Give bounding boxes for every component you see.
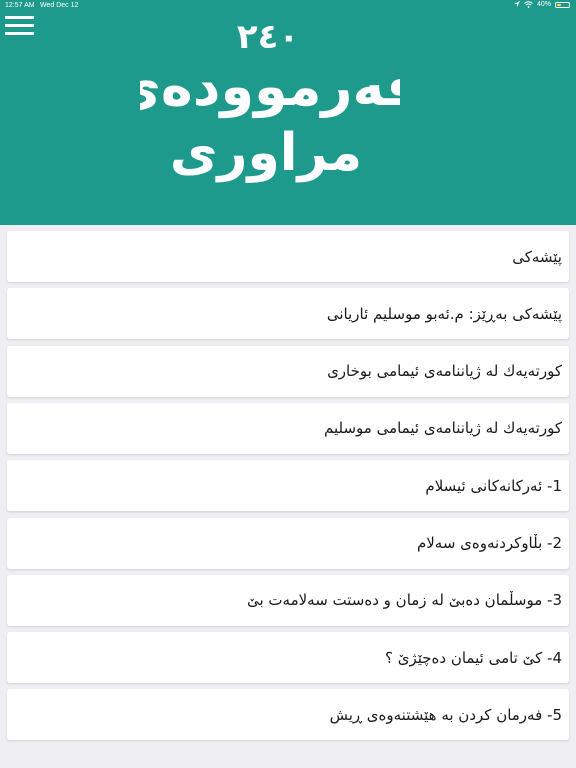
logo-title-line1: فەرموودەی xyxy=(140,55,400,118)
status-time: 12:57 AM xyxy=(5,2,35,9)
logo-number: ٢٤٠ xyxy=(237,17,299,57)
list-item-label: کورتەیەك لە ژیاننامەی ئیمامی بوخاری xyxy=(327,362,562,381)
list-item-label: 1- ئەرکانەکانی ئیسلام xyxy=(425,476,562,495)
list-item-label: 4- کێ تامی ئیمان دەچێژێ ؟ xyxy=(384,648,562,667)
list-item[interactable]: کورتەیەك لە ژیاننامەی ئیمامی موسلیم xyxy=(7,402,569,454)
list-item-label: 2- بڵاوکردنەوەی سەلام xyxy=(416,534,562,552)
battery-level xyxy=(557,3,561,6)
status-date: Wed Dec 12 xyxy=(40,2,79,9)
app-header: 12:57 AM Wed Dec 12 40% ٢٤٠ فەرموودەی مر… xyxy=(0,0,576,225)
list-item[interactable]: پێشەکی xyxy=(7,231,569,282)
list-item[interactable]: 4- کێ تامی ئیمان دەچێژێ ؟ xyxy=(7,632,569,684)
list-item-label: پێشەکی xyxy=(512,247,562,266)
logo-title-line2: مراوری xyxy=(170,123,362,183)
list-item[interactable]: 1- ئەرکانەکانی ئیسلام xyxy=(7,460,569,512)
chapter-list: پێشەکی پێشەکی بەڕێز: م.ئەبو موسلیم ئاریان… xyxy=(0,225,576,768)
wifi-icon xyxy=(524,1,533,8)
list-item-label: کورتەیەك لە ژیاننامەی ئیمامی موسلیم xyxy=(323,419,562,438)
app-logo: ٢٤٠ فەرموودەی مراوری xyxy=(140,17,400,183)
list-item-label: 3- موسڵمان دەبێ لە زمان و دەستت سەلامەت … xyxy=(246,591,562,610)
status-indicators: 40% xyxy=(513,1,570,8)
list-item[interactable]: کورتەیەك لە ژیاننامەی ئیمامی بوخاری xyxy=(7,345,569,397)
menu-bar-middle xyxy=(5,24,34,27)
location-icon xyxy=(513,1,520,7)
list-item[interactable]: پێشەکی بەڕێز: م.ئەبو موسلیم ئاریانی xyxy=(7,288,569,340)
list-item[interactable]: 3- موسڵمان دەبێ لە زمان و دەستت سەلامەت … xyxy=(7,574,569,626)
menu-bar-bottom xyxy=(5,32,34,35)
list-item[interactable]: 5- فەرمان کردن بە هێشتنەوەی ڕیش xyxy=(7,689,569,741)
list-item-label: پێشەکی بەڕێز: م.ئەبو موسلیم ئاریانی xyxy=(326,304,562,323)
battery-icon xyxy=(555,1,570,8)
list-item[interactable]: 2- بڵاوکردنەوەی سەلام xyxy=(7,517,569,569)
menu-button[interactable] xyxy=(5,16,34,36)
hamburger-menu-icon xyxy=(5,16,34,19)
battery-percent: 40% xyxy=(536,1,551,8)
list-item-label: 5- فەرمان کردن بە هێشتنەوەی ڕیش xyxy=(329,705,562,724)
